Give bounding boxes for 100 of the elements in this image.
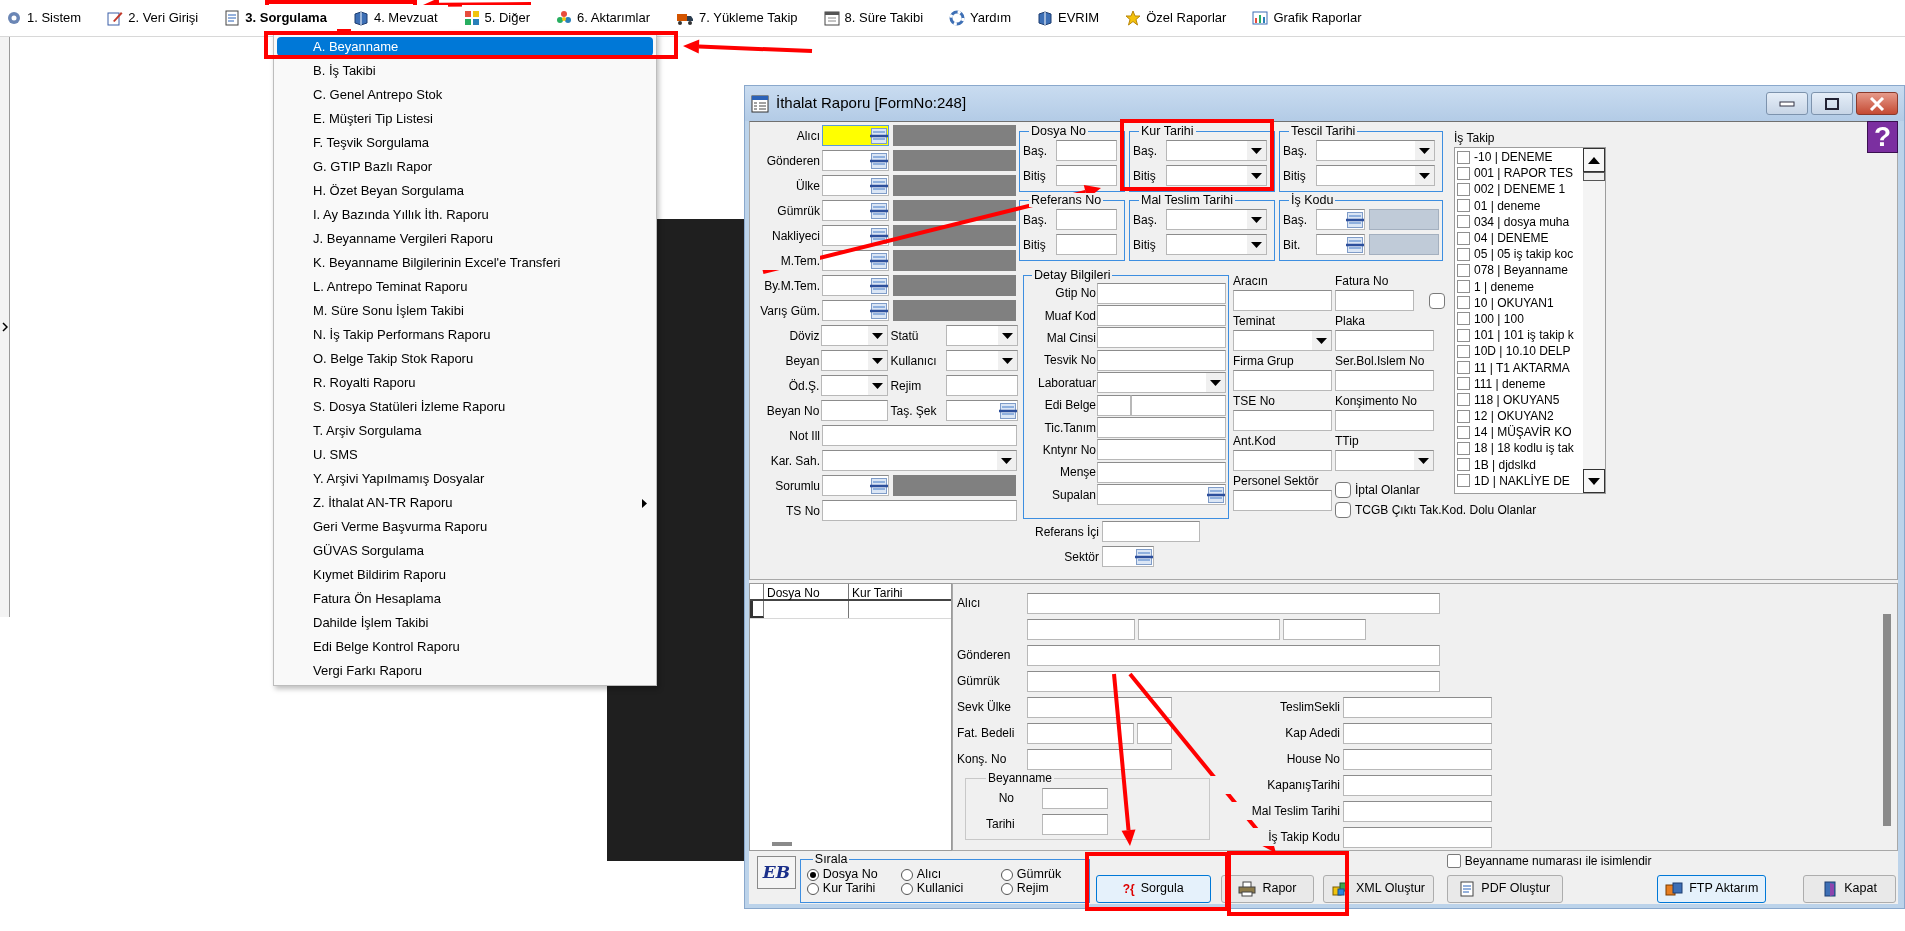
lookup-field[interactable] (1316, 209, 1365, 230)
text-field[interactable] (1138, 618, 1280, 640)
caret-icon[interactable] (1418, 457, 1429, 464)
checkbox[interactable] (1457, 474, 1470, 488)
checkbox[interactable] (1457, 458, 1470, 472)
scroll-thumb[interactable] (1883, 614, 1891, 826)
dropdown-field[interactable] (821, 350, 889, 371)
text-field[interactable] (1097, 305, 1226, 327)
checkbox[interactable] (1429, 292, 1445, 309)
text-field[interactable] (1233, 450, 1332, 471)
text-field[interactable] (1027, 670, 1440, 692)
caret-icon[interactable] (1419, 172, 1430, 179)
text-field[interactable] (1097, 394, 1131, 416)
text-field[interactable] (1137, 722, 1172, 744)
checkbox[interactable] (1457, 247, 1470, 261)
menu-item[interactable]: Z. İthalat AN-TR Raporu (277, 491, 653, 515)
lookup-field[interactable] (822, 125, 889, 146)
caret-icon[interactable] (1002, 357, 1013, 364)
table-icon[interactable] (870, 301, 888, 320)
text-field[interactable] (1027, 644, 1440, 666)
radio-button[interactable] (900, 882, 913, 895)
menu-item[interactable]: U. SMS (277, 443, 653, 467)
action-button[interactable]: XML Oluştur (1323, 874, 1434, 903)
checkbox[interactable] (1446, 853, 1461, 868)
lookup-field[interactable] (1102, 546, 1154, 567)
caret-icon[interactable] (1251, 147, 1262, 154)
text-field[interactable] (1097, 349, 1226, 371)
menu-item[interactable]: M. Süre Sonu İşlem Takibi (277, 299, 653, 323)
text-field[interactable] (1343, 826, 1492, 848)
dropdown-field[interactable] (1335, 450, 1434, 471)
lookup-field[interactable] (1097, 484, 1226, 506)
dropdown-field[interactable] (1166, 209, 1267, 230)
radio-button[interactable] (806, 868, 819, 881)
caret-icon[interactable] (1419, 147, 1430, 154)
checkbox[interactable] (1457, 344, 1470, 358)
text-field[interactable] (1027, 592, 1440, 614)
table-icon[interactable] (1346, 210, 1364, 229)
scroll-thumb[interactable] (772, 842, 792, 846)
dropdown-field[interactable] (1316, 165, 1435, 186)
text-field[interactable] (1233, 410, 1332, 431)
table-icon[interactable] (870, 151, 888, 170)
scroll-thumb[interactable] (1583, 172, 1605, 181)
text-field[interactable] (1335, 330, 1434, 351)
lookup-field[interactable] (822, 300, 889, 321)
chevron-icon[interactable] (1, 322, 8, 332)
menu-item[interactable]: I. Ay Bazında Yıllık İth. Raporu (277, 203, 653, 227)
menu-item[interactable]: E. Müşteri Tip Listesi (277, 107, 653, 131)
text-field[interactable] (1131, 394, 1226, 416)
column-header[interactable]: Kur Tarihi (849, 584, 949, 599)
table-icon[interactable] (870, 201, 888, 220)
text-field[interactable] (1027, 722, 1134, 744)
menu-item[interactable]: 3. Sorgulama (222, 5, 337, 31)
text-field[interactable] (1343, 696, 1492, 718)
checkbox[interactable] (1457, 263, 1470, 277)
menu-item[interactable]: Y. Arşivi Yapılmamış Dosyalar (277, 467, 653, 491)
checkbox[interactable] (1457, 377, 1470, 391)
text-field[interactable] (946, 375, 1018, 396)
checkbox[interactable] (1335, 502, 1351, 518)
menu-item[interactable]: N. İş Takip Performans Raporu (277, 323, 653, 347)
text-field[interactable] (1283, 618, 1366, 640)
menu-item[interactable]: Geri Verme Başvurma Raporu (277, 515, 653, 539)
menu-item[interactable]: J. Beyanname Vergileri Raporu (277, 227, 653, 251)
table-icon[interactable] (1346, 235, 1364, 254)
checkbox[interactable] (1457, 199, 1470, 213)
checkbox[interactable] (1457, 328, 1470, 342)
dropdown-field[interactable] (946, 325, 1018, 346)
dropdown-field[interactable] (821, 325, 889, 346)
scroll-down-button[interactable] (1583, 469, 1605, 493)
table-icon[interactable] (1207, 485, 1225, 504)
checkbox[interactable] (1457, 296, 1470, 310)
column-header[interactable]: Dosya No (764, 584, 849, 599)
radio-button[interactable] (1000, 868, 1013, 881)
dropdown-field[interactable] (1166, 165, 1267, 186)
help-button[interactable]: ? (1867, 121, 1898, 153)
checkbox[interactable] (1457, 231, 1470, 245)
lookup-field[interactable] (822, 150, 889, 171)
checkbox[interactable] (1457, 441, 1470, 455)
caret-icon[interactable] (1001, 457, 1012, 464)
dropdown-field[interactable] (946, 350, 1018, 371)
caret-icon[interactable] (872, 382, 884, 389)
close-button[interactable] (1856, 92, 1898, 115)
table-icon[interactable] (1135, 547, 1153, 566)
action-button[interactable]: Rapor (1220, 874, 1315, 903)
text-field[interactable] (1056, 140, 1117, 161)
action-button[interactable]: ?{ Sorgula (1095, 874, 1211, 903)
checkbox[interactable] (1457, 280, 1470, 294)
lookup-field[interactable] (822, 175, 889, 196)
lookup-field[interactable] (822, 475, 889, 496)
checkbox[interactable] (1457, 182, 1470, 196)
text-field[interactable] (822, 500, 1017, 521)
radio-button[interactable] (1000, 882, 1013, 895)
checkbox[interactable] (1457, 425, 1470, 439)
text-field[interactable] (1343, 748, 1492, 770)
text-field[interactable] (1233, 290, 1332, 311)
table-icon[interactable] (999, 401, 1017, 420)
scroll-up-button[interactable] (1583, 148, 1605, 172)
menu-item[interactable]: Fatura Ön Hesaplama (277, 587, 653, 611)
table-icon[interactable] (870, 276, 888, 295)
text-field[interactable] (1042, 787, 1108, 809)
caret-icon[interactable] (1002, 332, 1013, 339)
